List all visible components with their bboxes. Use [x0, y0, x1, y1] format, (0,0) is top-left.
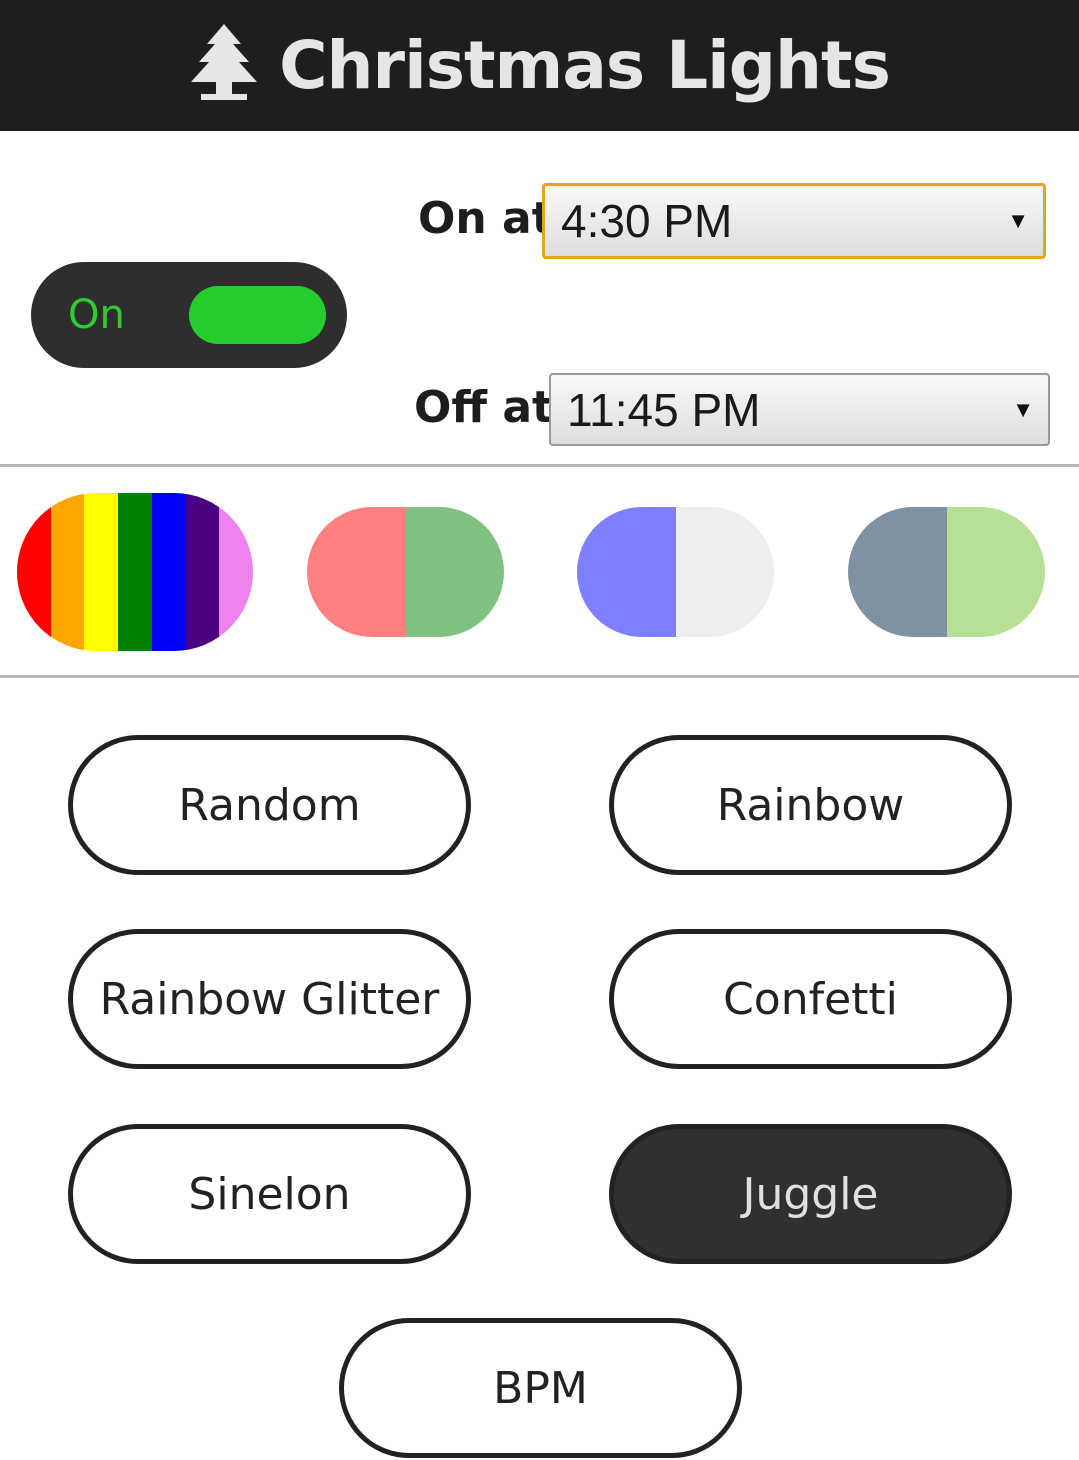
mode-rainbow-glitter-button[interactable]: Rainbow Glitter — [68, 929, 471, 1069]
mode-rainbow-button[interactable]: Rainbow — [609, 735, 1012, 875]
off-time-select[interactable]: 11:45 PM ▼ — [549, 373, 1050, 446]
mode-juggle-button[interactable]: Juggle — [609, 1124, 1012, 1264]
chevron-down-icon: ▼ — [1012, 396, 1034, 422]
palette-stripe — [118, 493, 152, 651]
divider — [0, 464, 1079, 467]
palette-blue-white[interactable] — [577, 507, 774, 637]
on-at-label: On at — [418, 193, 553, 244]
off-at-label: Off at — [414, 382, 554, 433]
palette-stripe — [946, 507, 1045, 637]
palette-stripe — [219, 493, 253, 651]
palette-stripe — [848, 507, 947, 637]
power-toggle-label: On — [68, 292, 125, 338]
palette-slate-lime[interactable] — [848, 507, 1045, 637]
mode-random-button[interactable]: Random — [68, 735, 471, 875]
on-time-value: 4:30 PM — [561, 195, 733, 247]
off-time-value: 11:45 PM — [567, 383, 761, 436]
power-toggle[interactable]: On — [31, 262, 347, 368]
palette-rainbow[interactable] — [17, 493, 253, 651]
palette-stripe — [405, 507, 504, 637]
on-time-select[interactable]: 4:30 PM ▼ — [542, 183, 1046, 259]
app-header: Christmas Lights — [0, 0, 1079, 131]
tree-icon — [191, 23, 258, 100]
mode-sinelon-button[interactable]: Sinelon — [68, 1124, 471, 1264]
palette-stripe — [50, 493, 85, 651]
palette-stripe — [185, 493, 220, 651]
mode-confetti-button[interactable]: Confetti — [609, 929, 1012, 1069]
divider — [0, 675, 1079, 678]
palette-stripe — [17, 493, 51, 651]
palette-stripe — [577, 507, 676, 637]
palette-stripe — [84, 493, 119, 651]
chevron-down-icon: ▼ — [1007, 208, 1029, 233]
palette-red-green[interactable] — [307, 507, 504, 637]
palette-stripe — [307, 507, 406, 637]
power-toggle-knob — [189, 286, 326, 344]
mode-bpm-button[interactable]: BPM — [339, 1318, 742, 1458]
page-title: Christmas Lights — [279, 27, 891, 104]
palette-stripe — [675, 507, 774, 637]
palette-stripe — [151, 493, 186, 651]
